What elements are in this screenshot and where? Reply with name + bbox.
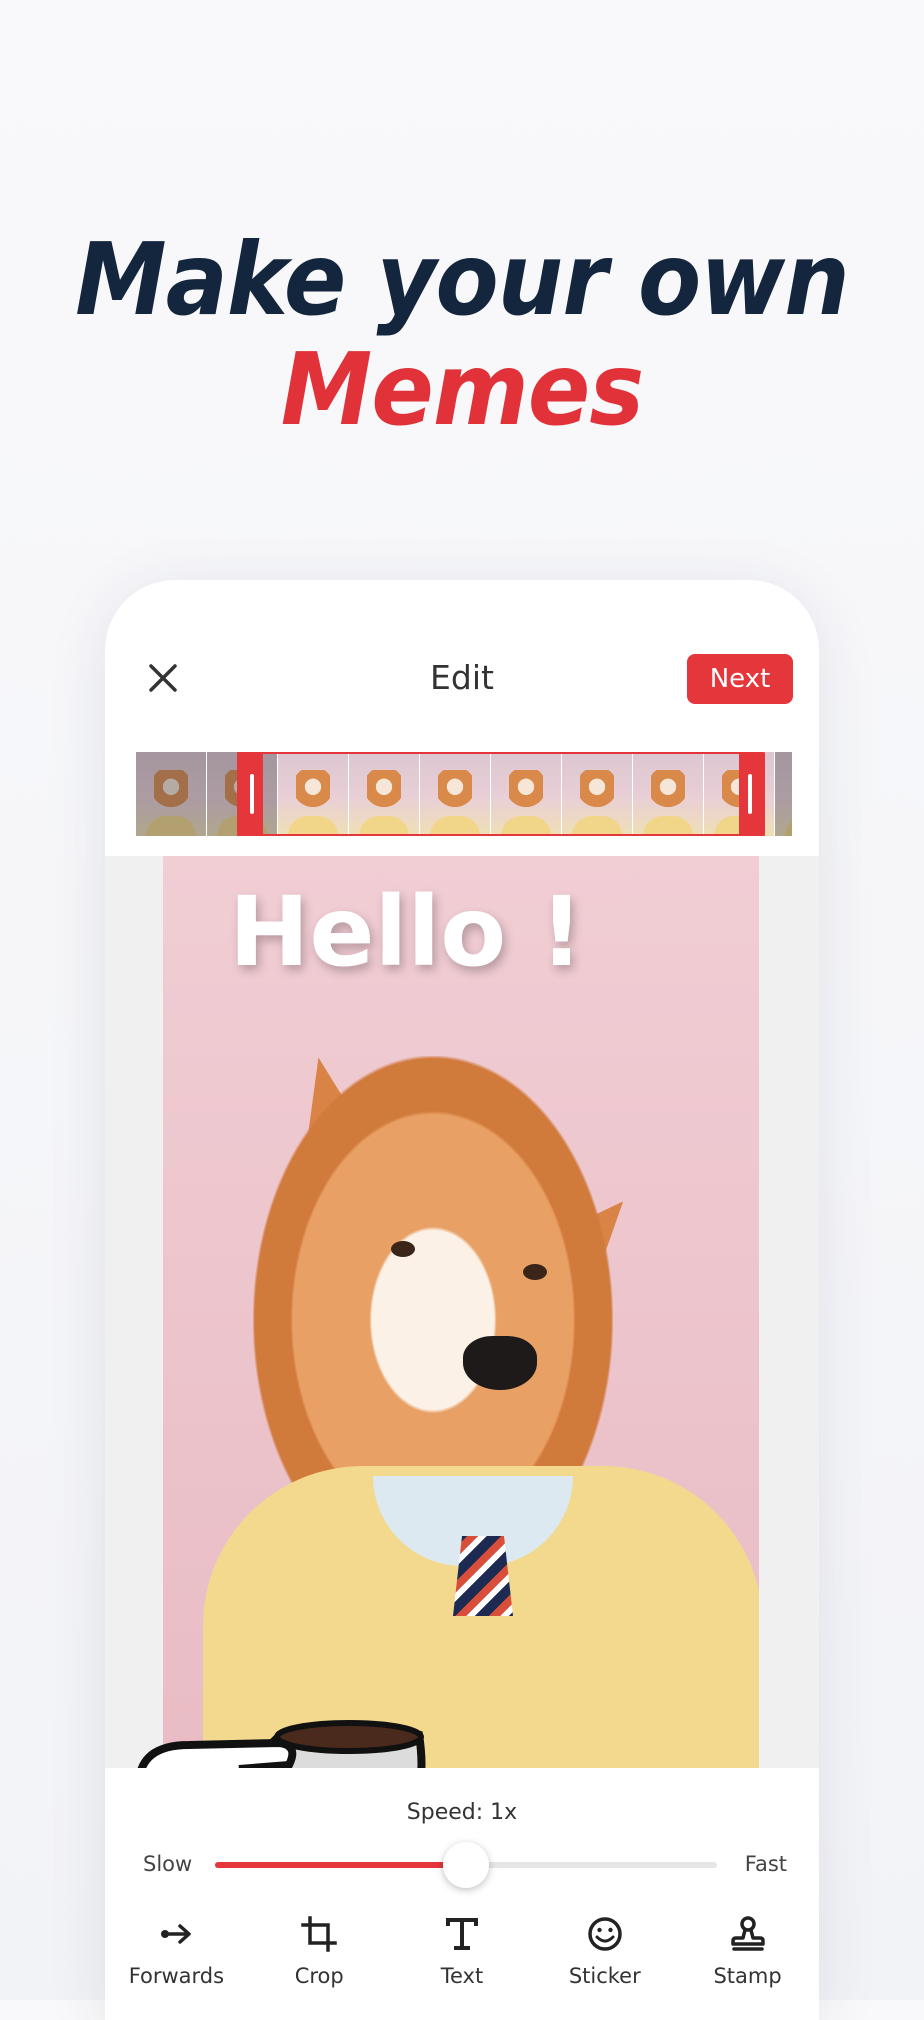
edit-toolbar: Forwards Crop Text Sticker Stamp: [105, 1908, 819, 2018]
tool-label: Stamp: [713, 1964, 782, 1988]
speed-label: Speed: 1x: [406, 1800, 518, 1825]
dog-eye: [391, 1241, 415, 1257]
speed-slider[interactable]: [215, 1842, 717, 1888]
speed-slider-fill: [215, 1862, 466, 1868]
tool-label: Crop: [294, 1964, 344, 1988]
fast-label: Fast: [744, 1852, 787, 1876]
text-icon: [445, 1918, 478, 1950]
frame-timeline[interactable]: [136, 752, 792, 836]
trim-handle-right[interactable]: [739, 754, 761, 834]
tool-crop[interactable]: Crop: [248, 1908, 391, 2018]
arrow-forward-icon: [161, 1924, 192, 1944]
dog-nose: [463, 1336, 537, 1390]
editor-nav-bar: Edit Next: [105, 580, 819, 720]
dog-head: [253, 1056, 613, 1496]
slow-label: Slow: [143, 1852, 193, 1876]
tool-label: Text: [440, 1964, 484, 1988]
stamp-icon: [730, 1916, 765, 1951]
tool-stamp[interactable]: Stamp: [676, 1908, 819, 2018]
tool-forwards[interactable]: Forwards: [105, 1908, 248, 2018]
phone-mockup: Edit Next Hello ! Speed: 1x Slow Fast Fo…: [105, 580, 819, 2020]
trim-selection[interactable]: [237, 752, 765, 836]
tool-sticker[interactable]: Sticker: [533, 1908, 676, 2018]
headline-line-1: Make your own: [75, 221, 850, 338]
meme-photo: Hello !: [163, 856, 759, 1768]
sticker-icon: [588, 1917, 622, 1951]
tool-label: Forwards: [128, 1964, 225, 1988]
tool-label: Sticker: [568, 1964, 641, 1988]
dog-tie: [453, 1536, 513, 1616]
text-overlay[interactable]: Hello !: [229, 876, 583, 988]
timeline-frame: [775, 752, 792, 836]
dog-eye: [523, 1264, 547, 1280]
promo-headline: Make your own Memes: [0, 225, 924, 445]
speed-slider-thumb[interactable]: [443, 1842, 489, 1888]
tool-text[interactable]: Text: [391, 1908, 534, 2018]
next-button[interactable]: Next: [687, 654, 793, 704]
speed-controls: Speed: 1x Slow Fast Forwards Crop Text S…: [105, 1768, 819, 2020]
headline-line-2: Memes: [280, 331, 644, 448]
edit-canvas[interactable]: Hello !: [105, 856, 819, 1768]
timeline-frame: [136, 752, 206, 836]
trim-handle-left[interactable]: [241, 754, 263, 834]
crop-icon: [301, 1916, 337, 1952]
